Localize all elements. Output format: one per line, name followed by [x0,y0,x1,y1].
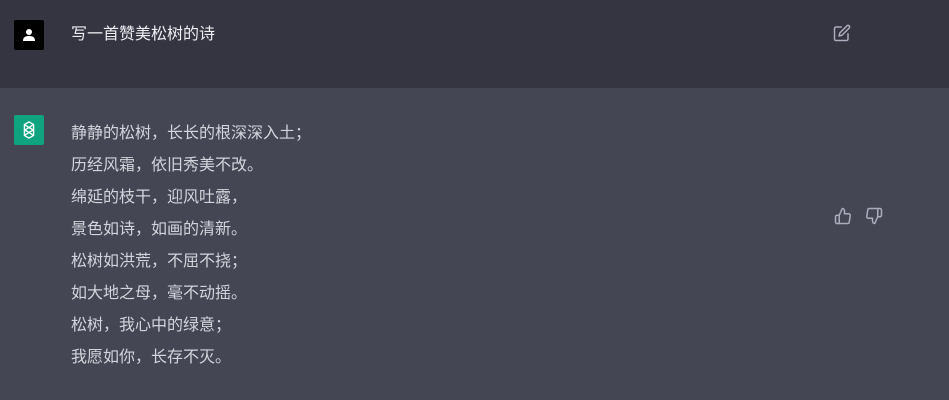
poem-line: 景色如诗，如画的清新。 [71,219,248,238]
poem-line: 如大地之母，毫不动摇。 [71,283,248,302]
edit-icon [833,24,851,42]
user-prompt-text: 写一首赞美松树的诗 [71,24,216,43]
thumbs-up-button[interactable] [833,206,853,226]
openai-logo-icon [18,119,40,141]
edit-button[interactable] [832,23,852,43]
thumbs-down-icon [865,207,883,225]
assistant-avatar [14,115,44,145]
poem-line: 历经风霜，依旧秀美不改。 [71,155,264,174]
chat-page: 写一首赞美松树的诗 静静的松树，长长的根深深入土； 历经风霜，依旧秀美不改。 绵… [0,0,949,400]
poem-line: 松树，我心中的绿意； [71,315,232,334]
user-message-row: 写一首赞美松树的诗 [0,0,949,88]
poem-line: 静静的松树，长长的根深深入土； [71,123,312,142]
assistant-response-poem: 静静的松树，长长的根深深入土； 历经风霜，依旧秀美不改。 绵延的枝干，迎风吐露，… [71,117,311,373]
user-avatar [14,20,44,50]
thumbs-up-icon [834,207,852,225]
poem-line: 我愿如你，长存不灭。 [71,347,232,366]
thumbs-down-button[interactable] [864,206,884,226]
user-icon [22,28,36,42]
assistant-message-row: 静静的松树，长长的根深深入土； 历经风霜，依旧秀美不改。 绵延的枝干，迎风吐露，… [0,88,949,400]
poem-line: 松树如洪荒，不屈不挠； [71,251,248,270]
poem-line: 绵延的枝干，迎风吐露， [71,187,248,206]
